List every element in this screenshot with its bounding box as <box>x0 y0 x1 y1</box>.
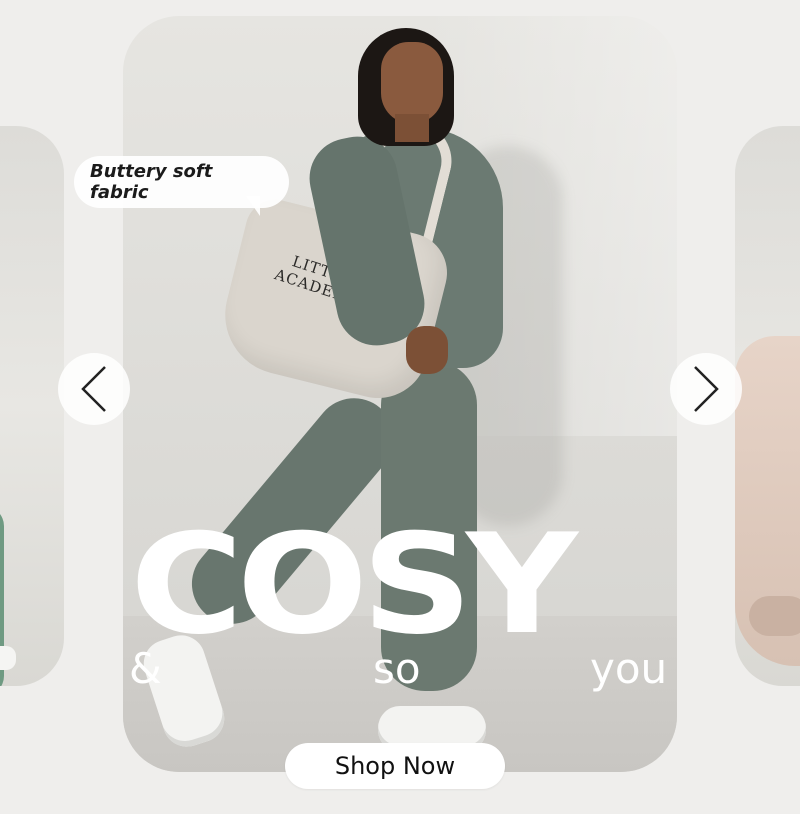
chevron-right-icon <box>694 366 719 412</box>
model-hand <box>406 326 448 374</box>
tagline-word: so <box>373 644 421 693</box>
previous-slide-button[interactable] <box>58 353 130 425</box>
model-face <box>381 42 443 124</box>
chevron-left-icon <box>81 366 106 412</box>
tagline-word: you <box>590 644 668 693</box>
model-neck <box>395 114 429 142</box>
bubble-tail <box>246 196 260 216</box>
headline: COSY <box>130 504 578 665</box>
next-slide-preview[interactable] <box>735 126 800 686</box>
slide-image-detail <box>749 596 800 636</box>
previous-slide-preview[interactable] <box>0 126 64 686</box>
slide-image-detail <box>0 646 16 670</box>
next-slide-button[interactable] <box>670 353 742 425</box>
tagline-word: & <box>129 644 162 693</box>
shop-now-button[interactable]: Shop Now <box>285 743 505 789</box>
promo-carousel: LITTLE ACADEMY Buttery soft fabric COSY … <box>0 0 800 814</box>
